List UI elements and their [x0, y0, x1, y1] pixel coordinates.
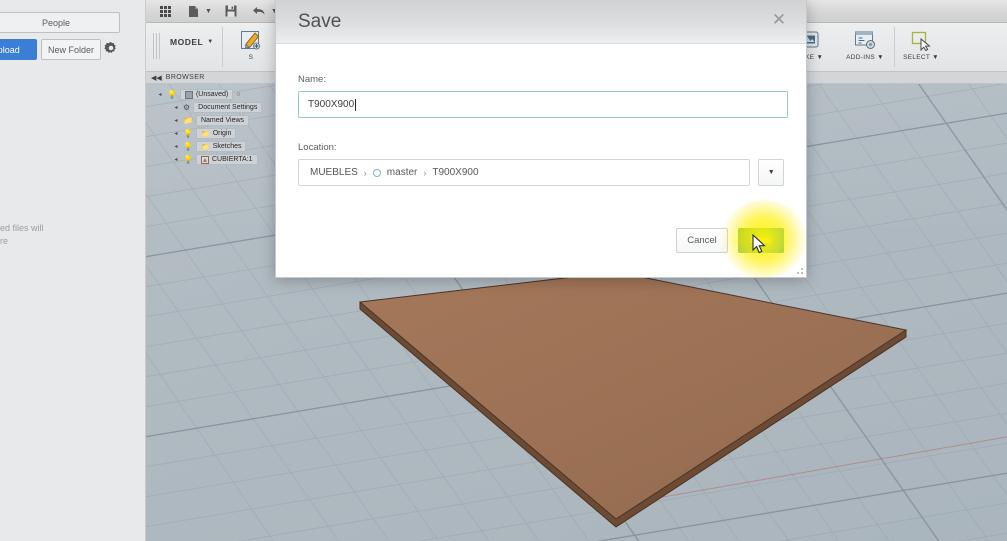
breadcrumb-separator: ›	[423, 167, 427, 178]
cancel-button-label: Cancel	[687, 235, 717, 246]
close-icon[interactable]: ✕	[768, 8, 790, 30]
folder-icon: 📁	[200, 130, 210, 138]
addins-button[interactable]: ADD-INS ▼	[842, 26, 888, 70]
visibility-bulb-icon[interactable]: 💡	[183, 155, 193, 164]
select-button[interactable]: SELECT ▼	[898, 26, 944, 70]
tree-item-label: Document Settings	[198, 104, 258, 111]
location-breadcrumb[interactable]: MUEBLES › master › T900X900	[298, 159, 751, 186]
new-document-icon[interactable]	[180, 1, 206, 22]
select-arrow-icon	[909, 26, 933, 54]
select-button-label: SELECT	[903, 54, 931, 61]
visibility-bulb-icon[interactable]: 💡	[167, 90, 177, 99]
gear-icon: ⚙	[183, 103, 191, 112]
ribbon-grip[interactable]	[153, 33, 160, 59]
breadcrumb-separator: ›	[363, 167, 367, 178]
upload-button[interactable]: Upload	[0, 39, 37, 60]
chevron-down-icon: ▼	[207, 39, 214, 45]
name-field-label: Name:	[298, 74, 326, 85]
empty-state-label: aded files will here	[0, 223, 44, 246]
empty-state-text: aded files will here	[0, 222, 100, 248]
circle-icon: ○	[236, 91, 241, 98]
sketch-pencil-icon	[239, 26, 263, 54]
workspace-label: MODEL	[170, 37, 204, 47]
gear-icon[interactable]	[104, 41, 118, 58]
grid-apps-icon[interactable]	[152, 1, 178, 22]
dialog-actions: Cancel Save	[676, 228, 784, 253]
tree-item-label: Sketches	[212, 143, 242, 150]
expand-triangle-icon[interactable]: ◂	[172, 117, 180, 124]
dialog-header: Save ✕	[276, 0, 806, 44]
tree-item-chip: Document Settings	[193, 102, 263, 113]
addins-script-icon	[853, 26, 877, 54]
browser-header-label: BROWSER	[165, 74, 205, 81]
new-document-caret-icon[interactable]: ▼	[205, 8, 212, 15]
breadcrumb-project[interactable]: MUEBLES	[310, 167, 358, 178]
breadcrumb-folder[interactable]: T900X900	[432, 167, 478, 178]
dialog-body: Name: T900X900 Location: MUEBLES › maste…	[276, 44, 806, 277]
location-field-label: Location:	[298, 142, 337, 153]
folder-icon: 📁	[183, 116, 193, 125]
create-sketch-button[interactable]: S	[228, 26, 274, 70]
location-row: MUEBLES › master › T900X900 ▼	[298, 159, 784, 186]
upload-button-label: Upload	[0, 44, 20, 55]
collapse-left-icon[interactable]: ◀◀	[151, 74, 162, 82]
visibility-bulb-icon[interactable]: 💡	[183, 129, 193, 138]
save-dialog: Save ✕ Name: T900X900 Location: MUEBLES …	[275, 0, 807, 278]
folder-icon: 📁	[200, 143, 210, 151]
data-panel: People Upload New Folder aded files will…	[0, 0, 146, 541]
dialog-title: Save	[298, 10, 342, 32]
people-button-label: People	[41, 17, 71, 28]
expand-triangle-icon[interactable]: ◂	[172, 156, 180, 163]
tree-item-chip: (Unsaved)	[179, 89, 234, 100]
addins-button-label: ADD-INS	[846, 54, 875, 61]
new-folder-button-label: New Folder	[47, 44, 94, 55]
chevron-down-icon: ▼	[816, 54, 824, 61]
undo-icon[interactable]	[246, 1, 272, 22]
save-icon[interactable]	[218, 1, 244, 22]
tree-item-chip: Named Views	[195, 115, 250, 126]
expand-triangle-icon[interactable]: ◂	[172, 143, 180, 150]
chevron-down-icon: ▼	[767, 169, 775, 176]
tree-item-chip: CUBIERTA:1	[195, 154, 258, 165]
screen-root: ▼ ▼ MODEL ▼	[0, 0, 1007, 541]
location-dropdown-button[interactable]: ▼	[758, 159, 784, 186]
new-folder-button[interactable]: New Folder	[41, 39, 101, 60]
document-icon	[184, 90, 193, 99]
tree-item-label: Origin	[212, 130, 232, 137]
people-button[interactable]: People	[0, 12, 120, 33]
circle-icon	[372, 168, 381, 177]
name-input-value: T900X900	[308, 99, 355, 110]
expand-triangle-icon[interactable]: ◂	[156, 91, 164, 98]
cancel-button[interactable]: Cancel	[676, 228, 728, 253]
tree-item-chip: 📁 Sketches	[195, 141, 247, 152]
tree-item-label: Named Views	[200, 117, 245, 124]
visibility-bulb-icon[interactable]: 💡	[183, 142, 193, 151]
breadcrumb-branch[interactable]: master	[387, 167, 418, 178]
chevron-down-icon: ▼	[877, 54, 884, 61]
component-icon	[200, 155, 209, 164]
resize-grip[interactable]	[797, 268, 804, 275]
tree-item-label: (Unsaved)	[195, 91, 229, 98]
workspace-selector[interactable]: MODEL ▼	[170, 37, 214, 47]
tree-item-label: CUBIERTA:1	[211, 156, 253, 163]
tree-item-chip: 📁 Origin	[195, 128, 237, 139]
name-input[interactable]: T900X900	[298, 91, 788, 118]
sketch-button-label: S	[248, 54, 254, 61]
expand-triangle-icon[interactable]: ◂	[172, 130, 180, 137]
chevron-down-icon: ▼	[932, 54, 939, 61]
save-button-label: Save	[750, 235, 772, 246]
expand-triangle-icon[interactable]: ◂	[172, 104, 180, 111]
save-button[interactable]: Save	[738, 228, 784, 253]
text-caret	[355, 98, 357, 111]
